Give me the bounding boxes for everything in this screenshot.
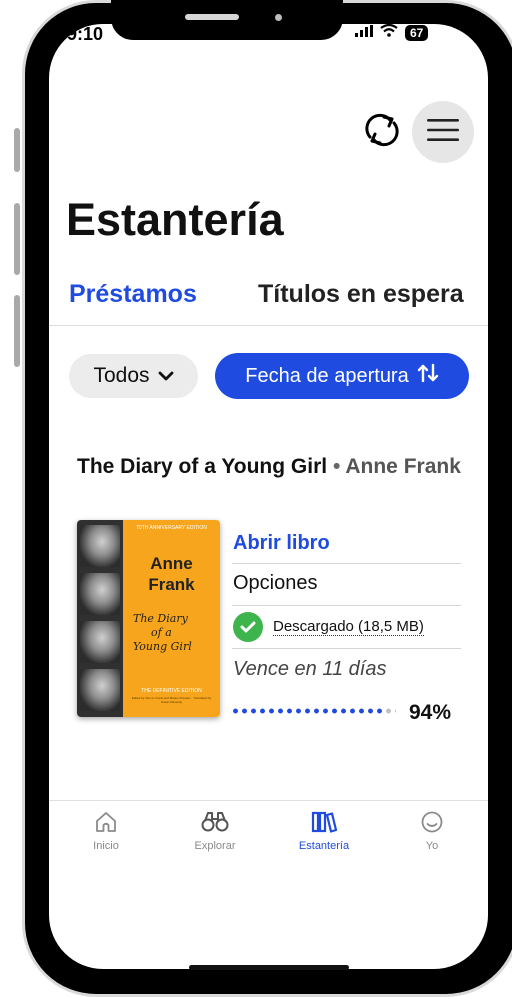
nav-item-explore[interactable]: Explorar	[175, 810, 255, 852]
progress-fill	[231, 708, 387, 714]
sync-button[interactable]	[358, 110, 406, 154]
filter-all-dropdown[interactable]: Todos	[69, 354, 198, 398]
row-divider	[232, 605, 461, 606]
sort-label: Fecha de apertura	[245, 364, 409, 387]
open-book-button[interactable]: Abrir libro	[233, 532, 330, 555]
nav-label: Estantería	[298, 840, 350, 852]
home-indicator[interactable]	[189, 965, 349, 970]
due-date: Vence en 11 días	[233, 658, 387, 680]
book-cover[interactable]: 70TH ANNIVERSARY EDITION Anne Frank The …	[77, 520, 220, 717]
menu-button[interactable]	[412, 101, 474, 163]
camera-dot	[275, 14, 282, 21]
tab-loans[interactable]: Préstamos	[69, 280, 197, 309]
nav-label: Inicio	[93, 840, 119, 852]
cover-edition-top: 70TH ANNIVERSARY EDITION	[136, 525, 207, 531]
cover-credits: Edited by Otto H. Frank and Mirjam Press…	[131, 696, 212, 704]
download-status[interactable]: Descargado (18,5 MB)	[233, 612, 424, 642]
row-divider	[232, 648, 461, 649]
row-divider	[232, 563, 461, 564]
cover-author-first: Anne	[150, 554, 193, 573]
tab-holds[interactable]: Títulos en espera	[258, 280, 464, 309]
smiley-icon	[420, 810, 444, 839]
chevron-down-icon	[158, 364, 174, 388]
cover-photo	[80, 525, 120, 567]
cover-edition-bottom: THE DEFINITIVE EDITION	[141, 688, 202, 694]
cover-photo	[80, 669, 120, 711]
cover-photo-strip	[77, 520, 123, 717]
loan-book-title: The Diary of a Young Girl	[77, 455, 328, 478]
check-circle-icon	[233, 612, 263, 642]
filter-all-label: Todos	[93, 364, 150, 387]
sync-icon	[362, 113, 402, 152]
signal-icon	[355, 24, 373, 42]
loan-title[interactable]: The Diary of a Young Girl • Anne Frank	[77, 453, 467, 481]
home-icon	[94, 810, 118, 839]
sort-button[interactable]: Fecha de apertura	[215, 353, 469, 399]
status-time: 9:10	[67, 24, 104, 44]
status-indicators: 67	[355, 23, 429, 42]
sort-arrows-icon	[417, 363, 439, 389]
bookshelf-icon	[310, 810, 338, 839]
nav-label: Explorar	[194, 840, 236, 852]
tabs-divider	[49, 325, 488, 326]
download-status-text: Descargado (18,5 MB)	[273, 618, 424, 636]
battery-level: 67	[405, 25, 429, 41]
wifi-icon	[380, 23, 398, 42]
loan-author: Anne Frank	[345, 455, 461, 478]
speaker-grille	[185, 14, 239, 20]
binoculars-icon	[201, 810, 229, 839]
cover-author-last: Frank	[148, 575, 195, 594]
cover-script-title: The Diary of a Young Girl	[133, 612, 192, 654]
cover-orange-panel: 70TH ANNIVERSARY EDITION Anne Frank The …	[123, 520, 220, 717]
phone-volume-down-button	[14, 295, 20, 367]
reading-progress-bar	[231, 708, 396, 714]
phone-side-button	[14, 128, 20, 172]
cover-script-line: Young Girl	[133, 640, 192, 653]
options-button[interactable]: Opciones	[233, 572, 318, 595]
nav-item-me[interactable]: Yo	[392, 810, 472, 852]
phone-volume-up-button	[14, 203, 20, 275]
cover-script-line: The Diary	[133, 612, 188, 625]
page-title: Estantería	[66, 194, 284, 245]
nav-divider	[49, 800, 488, 801]
title-separator: •	[332, 455, 341, 478]
nav-item-shelf[interactable]: Estantería	[284, 810, 364, 852]
cover-photo	[80, 573, 120, 615]
nav-label: Yo	[425, 840, 439, 852]
nav-item-home[interactable]: Inicio	[66, 810, 146, 852]
menu-icon	[427, 118, 459, 147]
progress-percent: 94%	[409, 701, 452, 724]
cover-script-line: of a	[151, 626, 172, 639]
notch	[111, 0, 343, 40]
cover-photo	[80, 621, 120, 663]
